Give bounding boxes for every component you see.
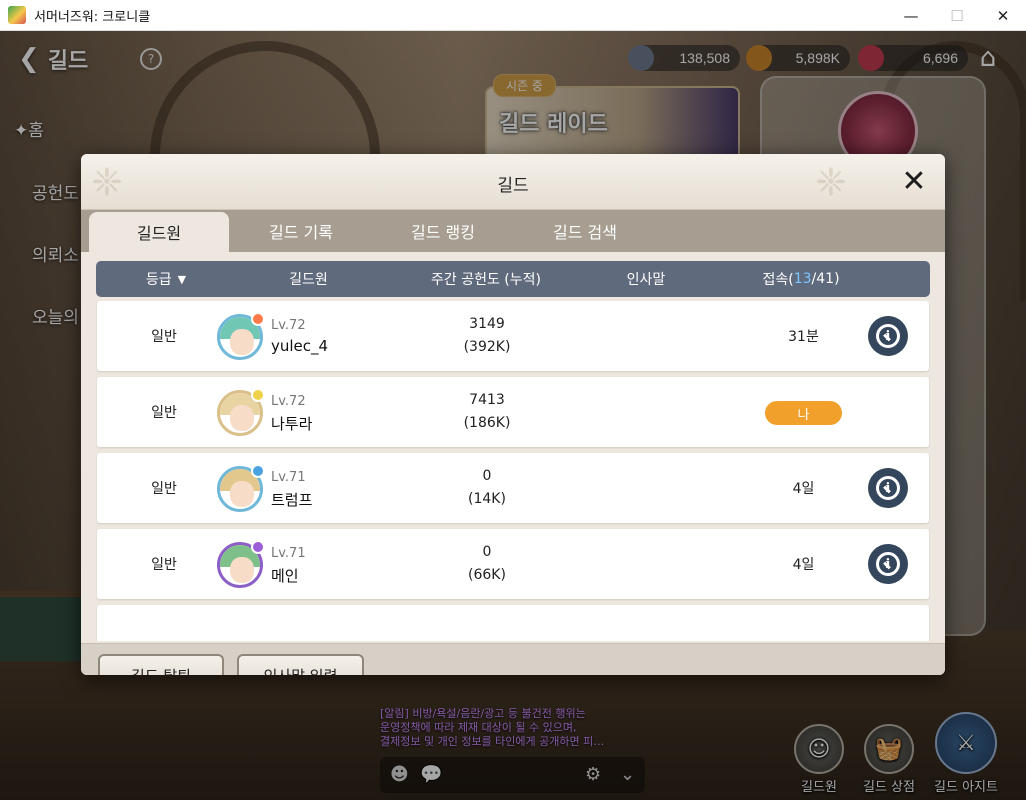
grade-sort-header[interactable]: 등급 ▼ xyxy=(96,261,236,297)
greeting-header: 인사말 xyxy=(626,272,666,288)
member-contribution: 3149 (392K) xyxy=(422,301,552,371)
member-level: Lv.72 xyxy=(271,394,306,409)
member-greeting xyxy=(577,529,697,599)
member-name: 메인 xyxy=(271,567,299,585)
element-badge-icon xyxy=(251,312,265,326)
avatar-face xyxy=(230,557,254,583)
leave-guild-button[interactable]: 길드 탈퇴 xyxy=(98,654,224,675)
member-contribution: 7413 (186K) xyxy=(422,377,552,447)
member-row[interactable]: 일반 Lv.71 메인 0 (66K) 4일 i xyxy=(97,529,929,599)
member-grade: 일반 xyxy=(151,481,177,497)
magnifier-info-icon: i xyxy=(876,552,900,576)
access-header: 접속(13/41) xyxy=(736,261,866,297)
tab-bar: 길드원 길드 기록 길드 랭킹 길드 검색 xyxy=(81,210,945,252)
element-badge-icon xyxy=(251,464,265,478)
member-grade: 일반 xyxy=(151,405,177,421)
minimize-button[interactable]: — xyxy=(888,0,934,31)
modal-header: ❈ ❈ 길드 ✕ xyxy=(81,154,945,210)
app-icon xyxy=(8,6,26,24)
avatar-face xyxy=(230,329,254,355)
member-name: yulec_4 xyxy=(271,337,329,355)
member-row[interactable]: 일반 Lv.71 트럼프 0 (14K) 4일 i xyxy=(97,453,929,523)
member-table-header: 등급 ▼ 길드원 주간 공헌도 (누적) 인사말 접속(13/41) xyxy=(96,261,930,297)
game-viewport: ❮ 길드 ? 138,508 5,898K 6,696 ⌂ 시즌 중 길드 레이… xyxy=(0,31,1026,800)
weekly-contribution: 7413 xyxy=(469,392,505,408)
close-icon: ✕ xyxy=(901,163,927,199)
member-name: 나투라 xyxy=(271,415,313,433)
total-contribution: (186K) xyxy=(463,415,511,431)
element-badge-icon xyxy=(251,540,265,554)
total-contribution: (392K) xyxy=(463,339,511,355)
avatar-face xyxy=(230,481,254,507)
tab-guild-search[interactable]: 길드 검색 xyxy=(515,210,655,252)
tab-guild-ranking[interactable]: 길드 랭킹 xyxy=(373,210,513,252)
close-modal-button[interactable]: ✕ xyxy=(897,163,931,199)
view-member-button[interactable]: i xyxy=(868,544,908,584)
member-greeting xyxy=(577,377,697,447)
view-member-button[interactable]: i xyxy=(868,316,908,356)
online-count: 13 xyxy=(793,271,812,287)
access-header-label: 접속( xyxy=(762,272,794,288)
weekly-contribution: 0 xyxy=(482,544,492,560)
member-row-partial[interactable] xyxy=(97,605,929,641)
member-header: 길드원 xyxy=(289,272,328,288)
total-contribution: (14K) xyxy=(468,491,506,507)
member-level: Lv.72 xyxy=(271,318,306,333)
member-level: Lv.71 xyxy=(271,470,306,485)
member-contribution: 0 (14K) xyxy=(422,453,552,523)
me-badge: 나 xyxy=(765,401,842,425)
member-last-access: 31분 xyxy=(788,329,819,345)
member-grade: 일반 xyxy=(151,557,177,573)
member-list[interactable]: 일반 Lv.72 yulec_4 3149 (392K) 31분 i xyxy=(96,301,930,641)
caret-down-icon: ▼ xyxy=(177,272,187,286)
tab-members[interactable]: 길드원 xyxy=(89,212,229,252)
close-window-button[interactable]: ✕ xyxy=(980,0,1026,31)
maximize-button[interactable]: ☐ xyxy=(934,0,980,31)
member-name: 트럼프 xyxy=(271,491,313,509)
enter-greeting-button[interactable]: 인사말 입력 xyxy=(237,654,364,675)
member-grade: 일반 xyxy=(151,329,177,345)
member-greeting xyxy=(577,301,697,371)
total-members-count: /41) xyxy=(811,271,840,287)
member-greeting xyxy=(577,453,697,523)
modal-title: 길드 xyxy=(497,176,529,196)
weekly-contribution: 3149 xyxy=(469,316,505,332)
total-contribution: (66K) xyxy=(468,567,506,583)
member-contribution: 0 (66K) xyxy=(422,529,552,599)
weekly-contribution: 0 xyxy=(482,468,492,484)
member-last-access: 4일 xyxy=(792,481,815,497)
view-member-button[interactable]: i xyxy=(868,468,908,508)
member-last-access: 4일 xyxy=(792,557,815,573)
member-row[interactable]: 일반 Lv.72 yulec_4 3149 (392K) 31분 i xyxy=(97,301,929,371)
tab-guild-log[interactable]: 길드 기록 xyxy=(231,210,371,252)
member-level: Lv.71 xyxy=(271,546,306,561)
magnifier-info-icon: i xyxy=(876,476,900,500)
window-titlebar: 서머너즈워: 크로니클 — ☐ ✕ xyxy=(0,0,1026,31)
modal-footer: 길드 탈퇴 인사말 입력 xyxy=(81,643,945,675)
window-controls: — ☐ ✕ xyxy=(888,0,1026,31)
guild-modal: ❈ ❈ 길드 ✕ 길드원 길드 기록 길드 랭킹 길드 검색 등급 ▼ 길드원 … xyxy=(81,154,945,675)
magnifier-info-icon: i xyxy=(876,324,900,348)
element-badge-icon xyxy=(251,388,265,402)
member-row-self[interactable]: 일반 Lv.72 나투라 7413 (186K) 나 xyxy=(97,377,929,447)
window-title: 서머너즈워: 크로니클 xyxy=(34,9,151,25)
weekly-contribution-header: 주간 공헌도 (누적) xyxy=(431,272,541,288)
grade-header-label: 등급 xyxy=(145,272,172,288)
avatar-face xyxy=(230,405,254,431)
